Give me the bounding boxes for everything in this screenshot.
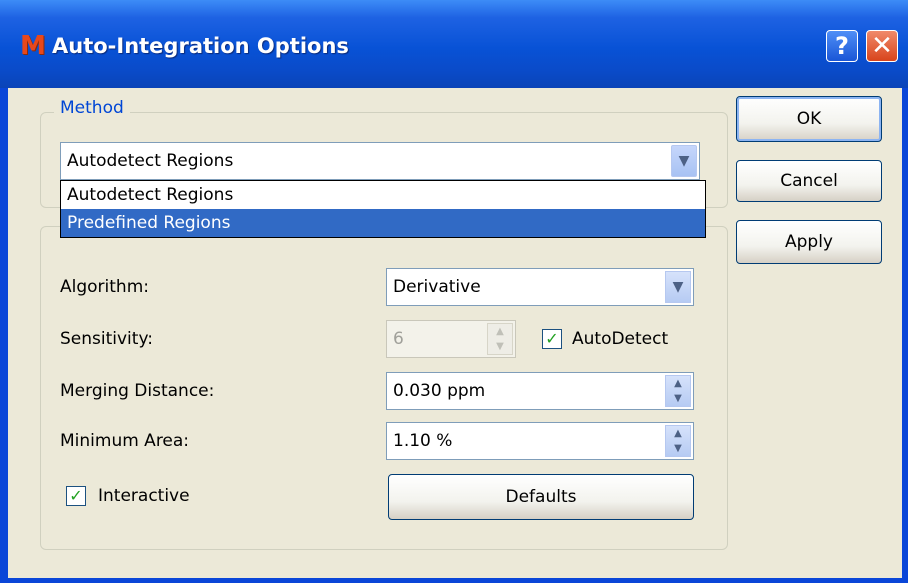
sensitivity-label: Sensitivity: xyxy=(60,329,153,349)
method-combobox[interactable]: Autodetect Regions ▼ xyxy=(60,142,700,180)
spin-arrows-icon: ▲ ▼ xyxy=(487,323,513,355)
sensitivity-value: 6 xyxy=(393,329,404,349)
algorithm-value: Derivative xyxy=(393,277,481,297)
dialog-window: M Auto-Integration Options ? ✕ Method Au… xyxy=(0,0,908,583)
autodetect-label: AutoDetect xyxy=(572,329,669,349)
algorithm-label: Algorithm: xyxy=(60,277,149,297)
cancel-button[interactable]: Cancel xyxy=(736,160,882,202)
merging-distance-label: Merging Distance: xyxy=(60,381,215,401)
checkmark-icon: ✓ xyxy=(69,486,83,505)
dialog-body: Method Autodetect Regions ▼ Algorithm: D… xyxy=(8,88,902,578)
algorithm-select[interactable]: Derivative ▼ xyxy=(386,268,694,306)
checkmark-icon: ✓ xyxy=(545,329,559,348)
spin-arrows-icon[interactable]: ▲ ▼ xyxy=(665,425,691,457)
window-title: Auto-Integration Options xyxy=(52,34,349,58)
title-bar[interactable]: M Auto-Integration Options ? ✕ xyxy=(0,0,908,88)
defaults-button[interactable]: Defaults xyxy=(388,474,694,520)
chevron-down-icon[interactable]: ▼ xyxy=(671,145,697,177)
interactive-checkbox[interactable]: ✓ xyxy=(66,486,86,506)
merging-distance-spinbox[interactable]: 0.030 ppm ▲ ▼ xyxy=(386,372,694,410)
method-legend: Method xyxy=(54,96,130,120)
spin-arrows-icon[interactable]: ▲ ▼ xyxy=(665,375,691,407)
app-logo-icon: M xyxy=(20,31,46,61)
help-icon: ? xyxy=(835,32,849,60)
method-selected-value: Autodetect Regions xyxy=(67,151,234,171)
merging-distance-value: 0.030 ppm xyxy=(393,381,486,401)
dropdown-option-predefined[interactable]: Predefined Regions xyxy=(61,209,705,237)
close-button[interactable]: ✕ xyxy=(866,30,898,62)
sensitivity-spinbox: 6 ▲ ▼ xyxy=(386,320,516,358)
apply-button[interactable]: Apply xyxy=(736,220,882,264)
dropdown-option-autodetect[interactable]: Autodetect Regions xyxy=(61,181,705,209)
minimum-area-label: Minimum Area: xyxy=(60,431,190,451)
ok-button[interactable]: OK xyxy=(736,96,882,142)
autodetect-checkbox[interactable]: ✓ xyxy=(542,329,562,349)
method-dropdown-list[interactable]: Autodetect Regions Predefined Regions xyxy=(60,180,706,238)
minimum-area-value: 1.10 % xyxy=(393,431,453,451)
help-button[interactable]: ? xyxy=(826,30,858,62)
chevron-down-icon[interactable]: ▼ xyxy=(665,271,691,303)
minimum-area-spinbox[interactable]: 1.10 % ▲ ▼ xyxy=(386,422,694,460)
interactive-label: Interactive xyxy=(98,486,190,506)
close-icon: ✕ xyxy=(871,31,893,61)
